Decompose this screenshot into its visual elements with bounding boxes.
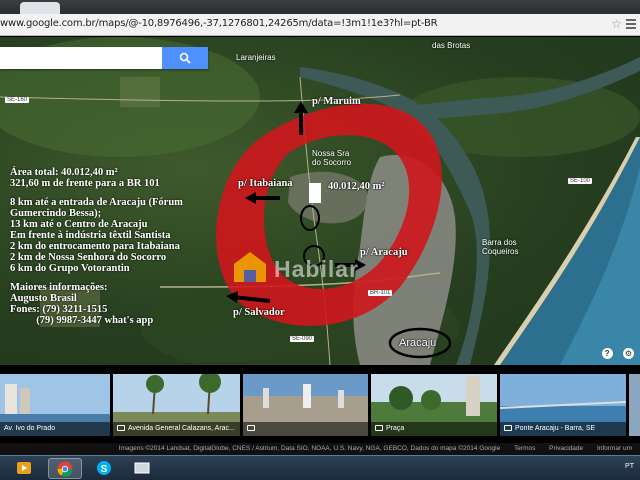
info-line: 2 km de Nossa Senhora do Socorro <box>10 252 167 263</box>
camera-icon <box>375 425 383 432</box>
photo-card[interactable] <box>243 374 368 436</box>
browser-menu-icon[interactable] <box>626 17 636 31</box>
chrome-icon <box>57 461 73 477</box>
photo-caption: Praça <box>371 422 497 436</box>
terms-link[interactable]: Termos <box>514 445 535 452</box>
info-line: Fones: (79) 3211-1515 <box>10 304 108 315</box>
info-line: 2 km do entrocamento para Itabaiana <box>10 241 180 252</box>
photo-strip: Av. Ivo do Prado Avenida General Calazan… <box>0 368 640 438</box>
property-info-block: Área total: 40.012,40 m² 321,60 m de fre… <box>10 167 245 326</box>
info-line: Gumercindo Bessa); <box>10 208 102 219</box>
place-label-nossa-sra: Nossa Sra <box>312 149 350 158</box>
photo-caption: Av. Ivo do Prado <box>0 422 110 436</box>
info-line: 6 km do Grupo Votorantin <box>10 263 130 274</box>
info-line: Área total: 40.012,40 m² <box>10 167 118 178</box>
annotation-area: 40.012,40 m² <box>328 181 385 192</box>
road-tag-se160: SE-160 <box>5 97 30 103</box>
place-label-das-brotas: das Brotas <box>432 41 471 50</box>
windows-taskbar: S PT <box>0 455 640 480</box>
place-label-coqueiros: Coqueiros <box>482 247 519 256</box>
photo-card[interactable]: Ponte Aracaju - Barra, SE <box>500 374 626 436</box>
photo-card[interactable]: Avenida General Calazans, Arac... <box>113 374 240 436</box>
satellite-map[interactable]: Laranjeiras das Brotas Nossa Sra do Soco… <box>0 37 640 365</box>
info-line: Em frente à indústria têxtil Santista <box>10 230 171 241</box>
place-label-aracaju: Aracaju <box>399 337 437 349</box>
taskbar-chrome[interactable] <box>48 458 82 479</box>
photo-card[interactable] <box>629 374 640 436</box>
info-line: 8 km até a entrada de Aracaju (Fórum <box>10 197 183 208</box>
taskbar-window[interactable] <box>126 458 160 479</box>
privacy-link[interactable]: Privacidade <box>549 445 583 452</box>
place-label-barra-dos: Barra dos <box>482 238 517 247</box>
annotation-maruim: p/ Maruim <box>312 96 361 107</box>
search-icon <box>179 52 191 64</box>
map-tools: ? ⚙ <box>596 343 634 361</box>
info-line: Maiores informações: <box>10 282 108 293</box>
info-line: (79) 9987-3447 what's app <box>10 315 154 326</box>
tray-language[interactable]: PT <box>625 463 634 470</box>
photo-caption <box>243 422 368 436</box>
map-search-button[interactable] <box>162 47 208 69</box>
bookmark-star-icon[interactable]: ☆ <box>611 17 622 31</box>
photo-caption: Ponte Aracaju - Barra, SE <box>500 422 626 436</box>
imagery-credit: Imagens ©2014 Landsat, DigitalGlobe, CNE… <box>118 445 501 452</box>
info-line: 13 km até o Centro de Aracaju <box>10 219 148 230</box>
help-icon[interactable]: ? <box>601 348 613 359</box>
browser-tab-strip <box>0 0 640 14</box>
photo-caption: Avenida General Calazans, Arac... <box>113 422 240 436</box>
taskbar-skype[interactable]: S <box>88 458 122 479</box>
info-line: 321,60 m de frente para a BR 101 <box>10 178 160 189</box>
road-tag-se090: SE-090 <box>290 336 315 342</box>
map-attribution: Imagens ©2014 Landsat, DigitalGlobe, CNE… <box>0 443 640 455</box>
camera-icon <box>247 425 255 432</box>
svg-text:S: S <box>101 464 108 475</box>
annotation-itabaiana: p/ Itabaiana <box>238 178 293 189</box>
camera-icon <box>117 425 125 432</box>
gear-icon[interactable]: ⚙ <box>623 348 634 359</box>
info-line: Augusto Brasil <box>10 293 77 304</box>
photo-card[interactable]: Av. Ivo do Prado <box>0 374 110 436</box>
map-search-box[interactable] <box>0 47 208 69</box>
browser-tab[interactable] <box>20 2 60 14</box>
logo-text: Habilar <box>274 256 359 282</box>
place-label-do-socorro: do Socorro <box>312 158 352 167</box>
place-label-laranjeiras: Laranjeiras <box>236 53 276 62</box>
road-tag-br101: BR-101 <box>368 290 393 296</box>
window-icon <box>134 462 150 474</box>
address-bar[interactable]: www.google.com.br/maps/@-10,8976496,-37,… <box>0 14 640 36</box>
camera-icon <box>504 425 512 432</box>
taskbar-media-player[interactable] <box>8 458 42 479</box>
skype-icon: S <box>97 461 111 475</box>
report-link[interactable]: Informar um <box>597 445 632 452</box>
photo-card[interactable]: Praça <box>371 374 497 436</box>
road-tag-se100: SE-100 <box>568 178 593 184</box>
annotation-aracaju-direction: p/ Aracaju <box>360 247 408 258</box>
url-text[interactable]: www.google.com.br/maps/@-10,8976496,-37,… <box>0 18 438 29</box>
media-player-icon <box>17 462 31 474</box>
